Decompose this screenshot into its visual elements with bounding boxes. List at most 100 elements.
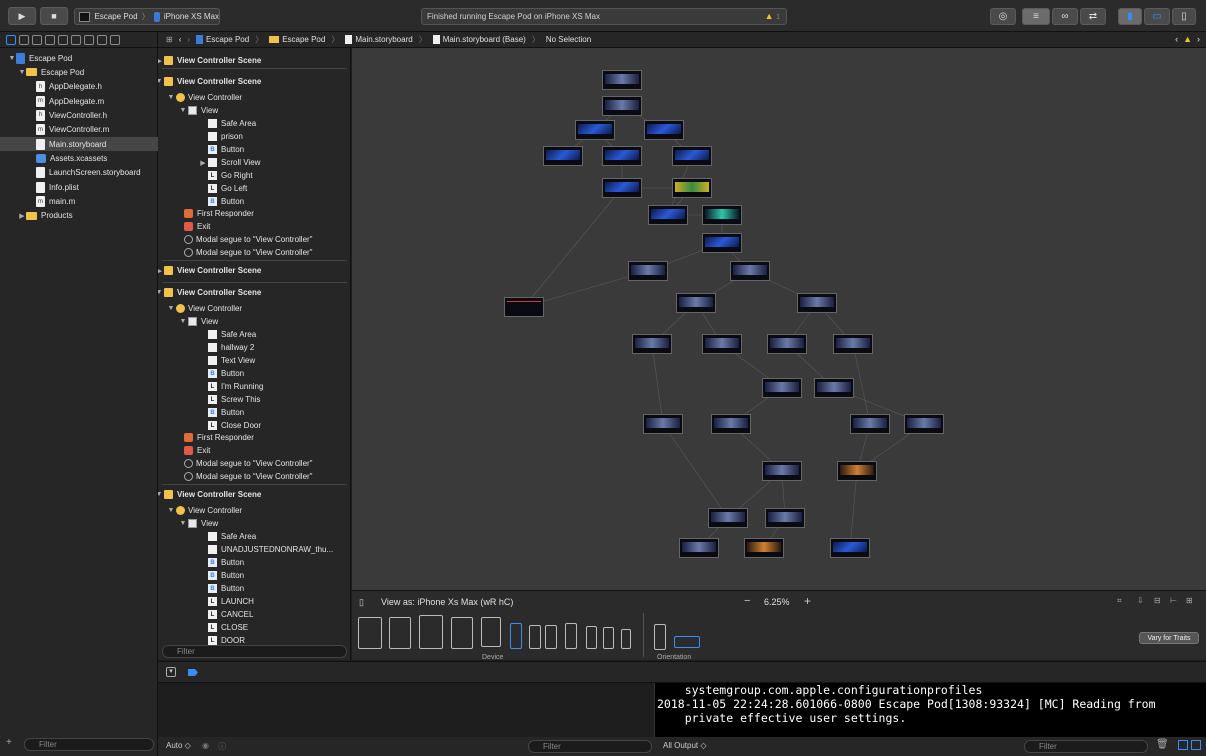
prev-issue-icon[interactable]: ‹ (1175, 34, 1178, 44)
grid-icon[interactable]: ⊞ (166, 35, 173, 44)
nav-item[interactable]: m AppDelegate.m (0, 94, 158, 108)
nav-item[interactable]: LaunchScreen.storyboard (0, 166, 158, 180)
add-icon[interactable]: + (6, 737, 12, 748)
scene-thumbnail[interactable] (767, 334, 807, 354)
scene-thumbnail[interactable] (837, 461, 877, 481)
info-icon[interactable]: ⓘ (218, 741, 226, 752)
toggle-navigator-button[interactable]: ▮ (1118, 8, 1142, 25)
scene-thumbnail[interactable] (643, 414, 683, 434)
scene-thumbnail[interactable] (744, 538, 784, 558)
sidebar-toggle-icon[interactable]: ▯ (359, 597, 364, 608)
iphone-device-option[interactable] (545, 625, 557, 649)
outline-row[interactable]: ▼ View Controller (166, 504, 242, 517)
outline-row[interactable]: Safe Area (198, 328, 256, 341)
issue-icon[interactable] (58, 34, 68, 45)
assistant-editor-button[interactable]: ∞ (1052, 8, 1078, 25)
back-icon[interactable]: ‹ (179, 35, 182, 44)
report-icon[interactable] (110, 34, 120, 45)
eye-icon[interactable]: ◉ (202, 741, 209, 750)
scene-thumbnail[interactable] (730, 261, 770, 281)
outline-row[interactable]: Modal segue to “View Controller” (174, 233, 312, 246)
scene-thumbnail[interactable] (648, 205, 688, 225)
variables-filter-input[interactable]: Filter (528, 740, 652, 753)
outline-row[interactable]: L CANCEL (198, 608, 253, 621)
split-right-icon[interactable] (1191, 740, 1201, 750)
disclosure-icon[interactable]: ▶ (18, 212, 26, 220)
scene-thumbnail[interactable] (702, 205, 742, 225)
disclosure-icon[interactable]: ▼ (178, 318, 188, 325)
segue-line[interactable] (651, 343, 664, 425)
outline-row[interactable]: Text View (198, 354, 255, 367)
breadcrumb-storyboard-base[interactable]: Main.storyboard (Base) (432, 35, 526, 45)
folder-icon[interactable] (6, 34, 16, 45)
breadcrumb-project[interactable]: Escape Pod (196, 35, 249, 45)
ipad-device-option[interactable] (358, 617, 382, 649)
outline-row[interactable]: prison (198, 130, 243, 143)
breadcrumb-folder[interactable]: Escape Pod (269, 35, 325, 44)
navigator-filter-input[interactable]: Filter (24, 738, 154, 751)
nav-item[interactable]: Main.storyboard (0, 137, 158, 152)
breadcrumb-storyboard[interactable]: Main.storyboard (345, 35, 413, 45)
segue-line[interactable] (849, 470, 858, 549)
outline-row[interactable]: ▼View Controller Scene (158, 75, 261, 88)
embed-icon[interactable]: ⇩ (1137, 596, 1144, 605)
version-editor-button[interactable]: ⇄ (1080, 8, 1106, 25)
vary-for-traits-button[interactable]: Vary for Traits (1139, 632, 1199, 644)
warning-icon[interactable]: ▲ 1 (765, 11, 780, 21)
outline-row[interactable]: ▼View Controller Scene (158, 488, 261, 501)
disclosure-icon[interactable]: ▼ (166, 305, 176, 312)
scene-thumbnail[interactable] (702, 233, 742, 253)
breadcrumb-selection[interactable]: No Selection (546, 35, 591, 44)
outline-row[interactable]: B Button (198, 582, 244, 595)
outline-row[interactable]: Safe Area (198, 530, 256, 543)
outline-row[interactable]: L CLOSE (198, 621, 248, 634)
nav-item[interactable]: h AppDelegate.h (0, 80, 158, 94)
console-output[interactable]: systemgroup.com.apple.configurationprofi… (655, 683, 1206, 737)
outline-row[interactable]: Modal segue to “View Controller” (174, 470, 312, 483)
scene-thumbnail[interactable] (672, 178, 712, 198)
trash-icon[interactable]: 🗑 (1156, 739, 1169, 750)
breakpoint-toggle-icon[interactable] (188, 669, 198, 676)
iphone-device-option[interactable] (510, 623, 522, 649)
nav-item[interactable]: ▶ Products (0, 209, 158, 223)
outline-row[interactable]: First Responder (174, 207, 254, 220)
source-control-icon[interactable] (19, 34, 29, 45)
scene-thumbnail[interactable] (833, 334, 873, 354)
storyboard-canvas[interactable] (352, 48, 1206, 590)
run-button[interactable]: ▶ (8, 7, 36, 25)
disclosure-icon[interactable]: ▼ (166, 94, 176, 101)
align-icon[interactable]: ⊟ (1154, 596, 1161, 605)
ipad-device-option[interactable] (451, 617, 473, 649)
outline-row[interactable]: ▶View Controller Scene (158, 264, 261, 277)
scene-thumbnail[interactable] (762, 378, 802, 398)
next-issue-icon[interactable]: › (1197, 34, 1200, 44)
forward-icon[interactable]: › (187, 35, 190, 44)
library-button[interactable]: ◎ (990, 8, 1016, 25)
outline-row[interactable]: ▼ View (178, 315, 218, 328)
disclosure-icon[interactable]: ▼ (178, 107, 188, 114)
nav-item[interactable]: m main.m (0, 195, 158, 209)
breakpoint-icon[interactable] (97, 34, 107, 45)
segue-line[interactable] (523, 187, 623, 308)
zoom-in-icon[interactable]: + (804, 594, 811, 608)
scene-thumbnail[interactable] (504, 297, 544, 317)
scene-thumbnail[interactable] (676, 293, 716, 313)
disclosure-icon[interactable]: ▼ (178, 520, 188, 527)
scene-thumbnail[interactable] (672, 146, 712, 166)
outline-row[interactable]: B Button (198, 367, 244, 380)
scene-thumbnail[interactable] (602, 146, 642, 166)
pin-icon[interactable]: ⊢ (1170, 596, 1177, 605)
scene-thumbnail[interactable] (543, 146, 583, 166)
outline-row[interactable]: L I'm Running (198, 380, 263, 393)
ipad-device-option[interactable] (419, 615, 443, 649)
scene-thumbnail[interactable] (711, 414, 751, 434)
segue-line[interactable] (852, 343, 871, 425)
scene-thumbnail[interactable] (602, 178, 642, 198)
outline-filter-input[interactable]: Filter (162, 645, 347, 658)
outline-row[interactable]: B Button (198, 556, 244, 569)
disclosure-icon[interactable]: ▶ (198, 159, 208, 167)
outline-row[interactable]: ▼ View (178, 104, 218, 117)
hide-debug-icon[interactable]: ▾ (166, 667, 176, 677)
outline-row[interactable]: L LAUNCH (198, 595, 254, 608)
scene-thumbnail[interactable] (814, 378, 854, 398)
